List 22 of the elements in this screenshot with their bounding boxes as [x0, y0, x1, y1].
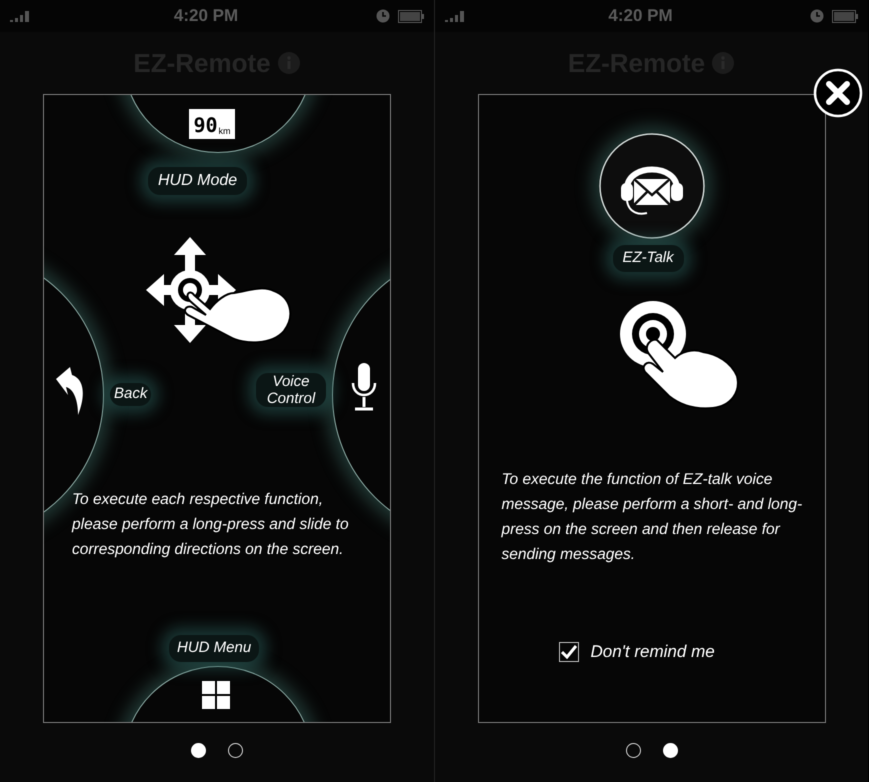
speed-value: 90 — [193, 114, 218, 136]
battery-icon — [832, 10, 858, 22]
function-label: EZ-Talk — [612, 245, 684, 272]
function-label: Voice Control — [256, 373, 326, 407]
grid-menu-icon[interactable] — [202, 681, 230, 709]
alarm-clock-icon — [376, 9, 390, 23]
function-label: HUD Mode — [148, 167, 248, 195]
checkbox-label: Don't remind me — [590, 641, 715, 663]
microphone-icon[interactable] — [350, 361, 378, 413]
instruction-text: To execute each respective function, please perform a long-press and slide to corresponding directions on the screen. — [72, 490, 350, 560]
close-icon[interactable] — [813, 68, 863, 118]
headset-mail-icon[interactable] — [598, 133, 704, 239]
back-arrow-icon[interactable] — [54, 365, 86, 417]
alarm-clock-icon — [810, 9, 824, 23]
battery-icon — [398, 10, 424, 22]
status-time: 4:20 PM — [174, 5, 238, 28]
instruction-text: To execute the function of EZ-talk voice message, please perform a short- and long-press on the screen and then release for sending messages. — [502, 470, 804, 565]
status-time: 4:20 PM — [608, 5, 673, 28]
function-label: HUD Menu — [169, 635, 260, 662]
function-label: Back — [110, 383, 152, 406]
speed-unit: km — [218, 126, 231, 136]
checkbox[interactable] — [558, 642, 578, 662]
